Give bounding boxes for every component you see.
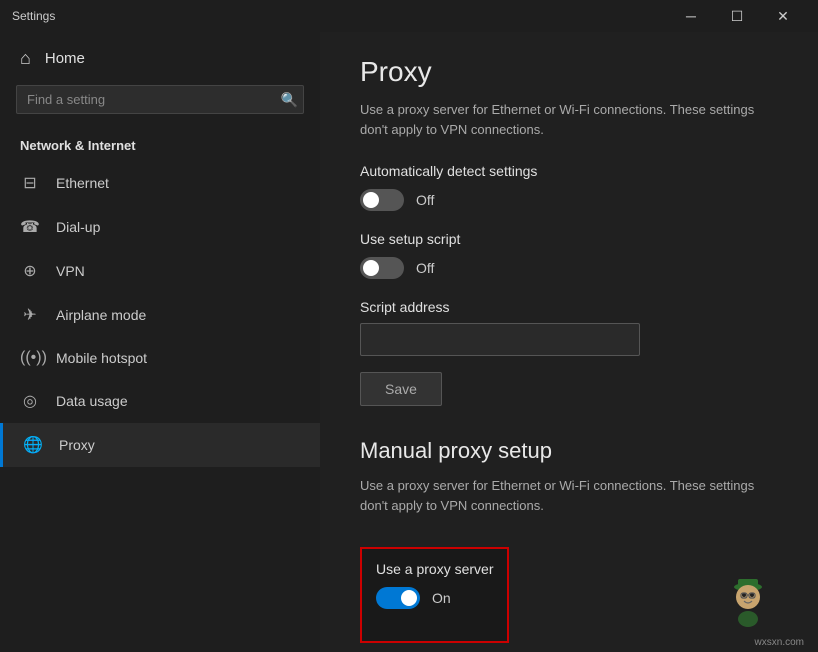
sidebar-item-ethernet[interactable]: ⊟ Ethernet [0, 161, 320, 205]
use-proxy-status: On [432, 590, 451, 606]
script-address-input[interactable] [360, 323, 640, 356]
auto-detect-label: Automatically detect settings [360, 163, 778, 179]
setup-script-toggle-row: Off [360, 257, 778, 279]
window-controls: ─ ☐ ✕ [668, 0, 806, 32]
home-label: Home [45, 50, 85, 67]
app-title: Settings [12, 9, 668, 23]
setup-script-thumb [363, 260, 379, 276]
title-bar: Settings ─ ☐ ✕ [0, 0, 818, 32]
home-icon: ⌂ [20, 48, 31, 69]
search-input[interactable] [16, 85, 304, 114]
sidebar-item-label: Mobile hotspot [56, 350, 147, 366]
sidebar-item-label: Dial-up [56, 219, 100, 235]
ethernet-icon: ⊟ [20, 173, 40, 193]
sidebar-item-label: VPN [56, 263, 85, 279]
search-icon[interactable]: 🔍 [281, 91, 298, 108]
sidebar-item-airplane[interactable]: ✈ Airplane mode [0, 293, 320, 337]
use-proxy-label: Use a proxy server [376, 561, 493, 577]
sidebar-section-header: Network & Internet [0, 130, 320, 161]
setup-script-status: Off [416, 260, 434, 276]
sidebar-item-label: Airplane mode [56, 307, 146, 323]
auto-detect-toggle-row: Off [360, 189, 778, 211]
setup-script-toggle[interactable] [360, 257, 404, 279]
content-area: Proxy Use a proxy server for Ethernet or… [320, 32, 818, 652]
auto-detect-thumb [363, 192, 379, 208]
use-proxy-toggle-row: On [376, 587, 493, 609]
sidebar-item-vpn[interactable]: ⊕ VPN [0, 249, 320, 293]
sidebar: ⌂ Home 🔍 Network & Internet ⊟ Ethernet ☎… [0, 32, 320, 652]
save-button[interactable]: Save [360, 372, 442, 406]
manual-proxy-title: Manual proxy setup [360, 438, 778, 464]
sidebar-item-label: Proxy [59, 437, 95, 453]
sidebar-item-dialup[interactable]: ☎ Dial-up [0, 205, 320, 249]
sidebar-item-data-usage[interactable]: ◎ Data usage [0, 379, 320, 423]
app-body: ⌂ Home 🔍 Network & Internet ⊟ Ethernet ☎… [0, 32, 818, 652]
script-address-label: Script address [360, 299, 778, 315]
use-proxy-thumb [401, 590, 417, 606]
airplane-icon: ✈ [20, 305, 40, 325]
mascot-area [718, 571, 778, 636]
setup-script-track[interactable] [360, 257, 404, 279]
sidebar-item-label: Data usage [56, 393, 128, 409]
setup-script-label: Use setup script [360, 231, 778, 247]
dialup-icon: ☎ [20, 217, 40, 237]
sidebar-item-proxy[interactable]: 🌐 Proxy [0, 423, 320, 467]
manual-proxy-desc: Use a proxy server for Ethernet or Wi-Fi… [360, 476, 778, 515]
auto-detect-toggle[interactable] [360, 189, 404, 211]
auto-detect-desc: Use a proxy server for Ethernet or Wi-Fi… [360, 100, 778, 139]
close-button[interactable]: ✕ [760, 0, 806, 32]
sidebar-item-label: Ethernet [56, 175, 109, 191]
data-usage-icon: ◎ [20, 391, 40, 411]
use-proxy-highlight-box: Use a proxy server On [360, 547, 509, 643]
proxy-icon: 🌐 [23, 435, 43, 455]
use-proxy-track[interactable] [376, 587, 420, 609]
maximize-button[interactable]: ☐ [714, 0, 760, 32]
hotspot-icon: ((•)) [20, 349, 40, 367]
auto-detect-track[interactable] [360, 189, 404, 211]
auto-detect-status: Off [416, 192, 434, 208]
mascot-image [718, 571, 778, 631]
page-title: Proxy [360, 56, 778, 88]
use-proxy-toggle[interactable] [376, 587, 420, 609]
sidebar-home-item[interactable]: ⌂ Home [0, 32, 320, 85]
watermark: wxsxn.com [755, 637, 804, 648]
minimize-button[interactable]: ─ [668, 0, 714, 32]
sidebar-item-hotspot[interactable]: ((•)) Mobile hotspot [0, 337, 320, 379]
vpn-icon: ⊕ [20, 261, 40, 281]
search-box: 🔍 [16, 85, 304, 114]
